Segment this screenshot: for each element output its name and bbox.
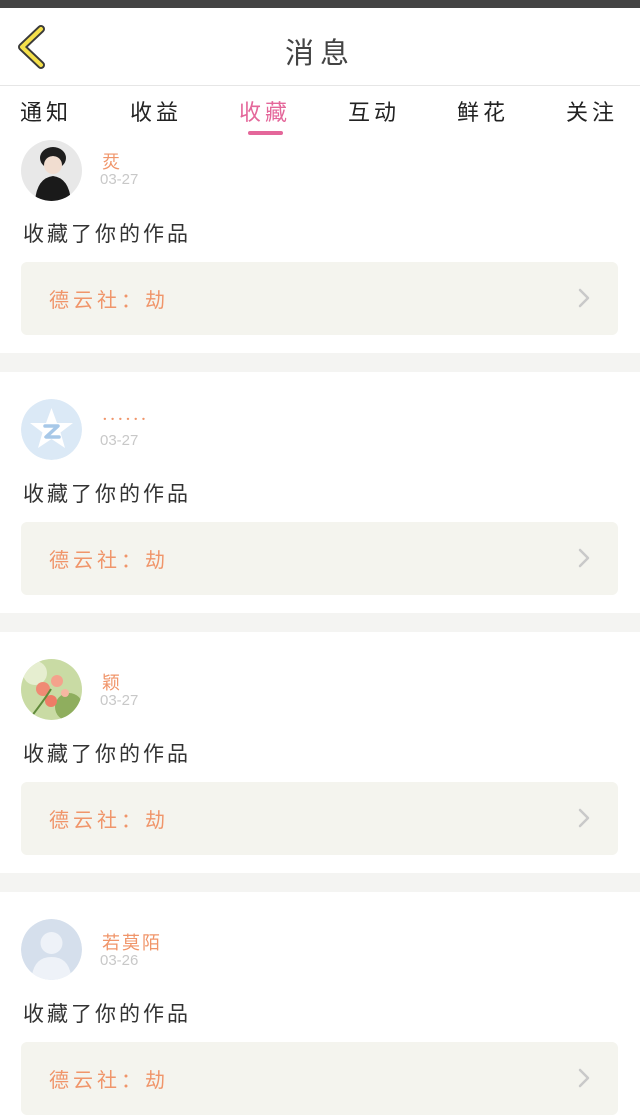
work-title: 德云社：劫 <box>49 1068 169 1092</box>
message-date: 03-27 <box>100 692 139 709</box>
header-bar: 消息 <box>0 8 640 86</box>
message-date: 03-27 <box>100 432 139 449</box>
tab-flowers[interactable]: 鲜花 <box>443 95 523 127</box>
chevron-right-icon <box>578 1068 590 1088</box>
username[interactable]: ······ <box>102 409 148 430</box>
work-link[interactable]: 德云社：劫 <box>21 522 618 595</box>
message-item: ······ 03-27 收藏了你的作品 德云社：劫 <box>0 372 640 613</box>
message-item: 烎 03-27 收藏了你的作品 德云社：劫 <box>0 140 640 353</box>
girl-in-black-avatar[interactable] <box>21 140 82 201</box>
message-action: 收藏了你的作品 <box>23 1002 191 1026</box>
work-link[interactable]: 德云社：劫 <box>21 262 618 335</box>
message-item: 颖 03-27 收藏了你的作品 德云社：劫 <box>0 632 640 873</box>
page-title: 消息 <box>284 36 355 70</box>
chevron-right-icon <box>578 808 590 828</box>
work-title: 德云社：劫 <box>49 288 169 312</box>
message-date: 03-26 <box>100 952 139 969</box>
work-title: 德云社：劫 <box>49 808 169 832</box>
status-bar <box>0 0 640 8</box>
active-tab-indicator <box>248 131 283 135</box>
divider <box>0 873 640 892</box>
message-action: 收藏了你的作品 <box>23 482 191 506</box>
default-person-avatar[interactable] <box>21 919 82 980</box>
chevron-right-icon <box>578 548 590 568</box>
message-date: 03-27 <box>100 171 139 188</box>
work-title: 德云社：劫 <box>49 548 169 572</box>
divider <box>0 353 640 372</box>
tab-following[interactable]: 关注 <box>552 95 632 127</box>
tab-interactions[interactable]: 互动 <box>334 95 414 127</box>
tab-favorites[interactable]: 收藏 <box>225 95 305 127</box>
flowers-avatar[interactable] <box>21 659 82 720</box>
message-item: 若莫陌 03-26 收藏了你的作品 德云社：劫 <box>0 892 640 1120</box>
tab-notifications[interactable]: 通知 <box>6 95 86 127</box>
tab-bar: 通知 收益 收藏 互动 鲜花 关注 <box>0 87 640 139</box>
tab-earnings[interactable]: 收益 <box>116 95 196 127</box>
work-link[interactable]: 德云社：劫 <box>21 782 618 855</box>
qzone-star-avatar[interactable] <box>21 399 82 460</box>
message-action: 收藏了你的作品 <box>23 742 191 766</box>
message-feed[interactable]: 烎 03-27 收藏了你的作品 德云社：劫 ······ 03-27 收藏了你的… <box>0 140 640 1120</box>
message-action: 收藏了你的作品 <box>23 222 191 246</box>
work-link[interactable]: 德云社：劫 <box>21 1042 618 1115</box>
divider <box>0 613 640 632</box>
chevron-right-icon <box>578 288 590 308</box>
